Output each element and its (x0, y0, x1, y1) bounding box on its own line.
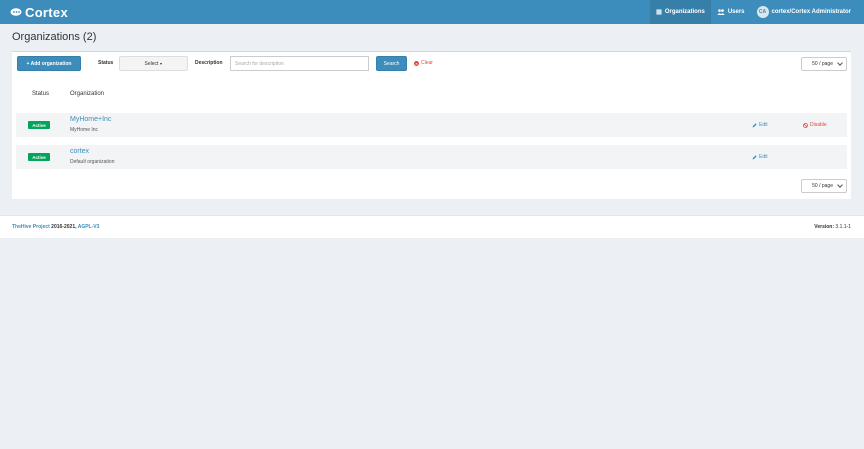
nav-users[interactable]: Users (711, 0, 751, 24)
page-size-value: 50 / page (812, 61, 833, 67)
users-icon (717, 9, 725, 15)
status-badge: Active (28, 153, 50, 161)
nav-organizations[interactable]: Organizations (649, 0, 711, 24)
organization-name-link[interactable]: MyHome+Inc (70, 116, 111, 123)
search-button[interactable]: Search (376, 56, 407, 71)
page-size-select-top[interactable]: 50 / page (801, 57, 847, 71)
status-select[interactable]: Select (119, 56, 188, 71)
version-value: 3.1.1-1 (834, 224, 851, 230)
disable-label: Disable (810, 122, 827, 128)
building-icon (656, 9, 662, 15)
pencil-icon (752, 154, 757, 159)
license-link[interactable]: AGPL-V3 (78, 224, 100, 230)
organization-name-link[interactable]: cortex (70, 148, 89, 155)
times-circle-icon: × (414, 60, 419, 66)
footer-copyright: TheHive Project 2016-2021, AGPL-V3 (12, 224, 99, 230)
nav-users-label: Users (727, 9, 745, 15)
edit-label: Edit (759, 154, 768, 160)
description-search-input[interactable] (230, 56, 369, 71)
column-header-organization: Organization (70, 91, 105, 97)
add-organization-button[interactable]: + Add organization (17, 56, 81, 71)
avatar: CA (756, 6, 769, 18)
clear-filters-button[interactable]: × Clear (414, 60, 433, 66)
organizations-panel: + Add organization Status Select Descrip… (12, 51, 851, 199)
ban-icon (803, 122, 808, 128)
footer-version: Version: 3.1.1-1 (814, 224, 851, 230)
clear-label: Clear (421, 60, 433, 66)
page-size-value: 50 / page (812, 183, 833, 189)
status-filter-label: Status (98, 60, 114, 66)
user-menu-label: cortex/Cortex Administrator (771, 9, 851, 15)
edit-label: Edit (759, 122, 768, 128)
organization-description: Default organization (70, 159, 115, 165)
caret-down-icon (160, 62, 163, 65)
top-navbar: Cortex Organizations Users CA cortex/Cor… (0, 0, 864, 24)
column-header-status: Status (32, 91, 50, 97)
chevron-down-icon (837, 60, 843, 66)
footer-years: 2016-2021, (49, 224, 78, 230)
brand-name: Cortex (25, 4, 68, 20)
table-row: Active MyHome+Inc MyHome Inc Edit Disabl… (16, 113, 847, 137)
table-row: Active cortex Default organization Edit (16, 145, 847, 169)
thehive-project-link[interactable]: TheHive Project (12, 224, 50, 230)
status-badge: Active (28, 121, 50, 129)
status-select-value: Select (144, 60, 159, 67)
organization-description: MyHome Inc (70, 127, 99, 133)
pencil-icon (752, 122, 757, 127)
edit-button[interactable]: Edit (752, 154, 768, 160)
version-label: Version: (814, 224, 835, 230)
nav-organizations-label: Organizations (664, 9, 705, 15)
edit-button[interactable]: Edit (752, 122, 768, 128)
chevron-down-icon (837, 182, 843, 188)
page-size-select-bottom[interactable]: 50 / page (801, 179, 847, 193)
description-filter-label: Description (195, 60, 223, 66)
brand-logo[interactable]: Cortex (10, 3, 68, 21)
disable-button[interactable]: Disable (803, 122, 827, 128)
page-title: Organizations (2) (12, 31, 97, 43)
user-menu[interactable]: CA cortex/Cortex Administrator (751, 0, 864, 24)
cortex-logo-icon (10, 8, 22, 16)
page-footer: TheHive Project 2016-2021, AGPL-V3 Versi… (0, 215, 864, 238)
